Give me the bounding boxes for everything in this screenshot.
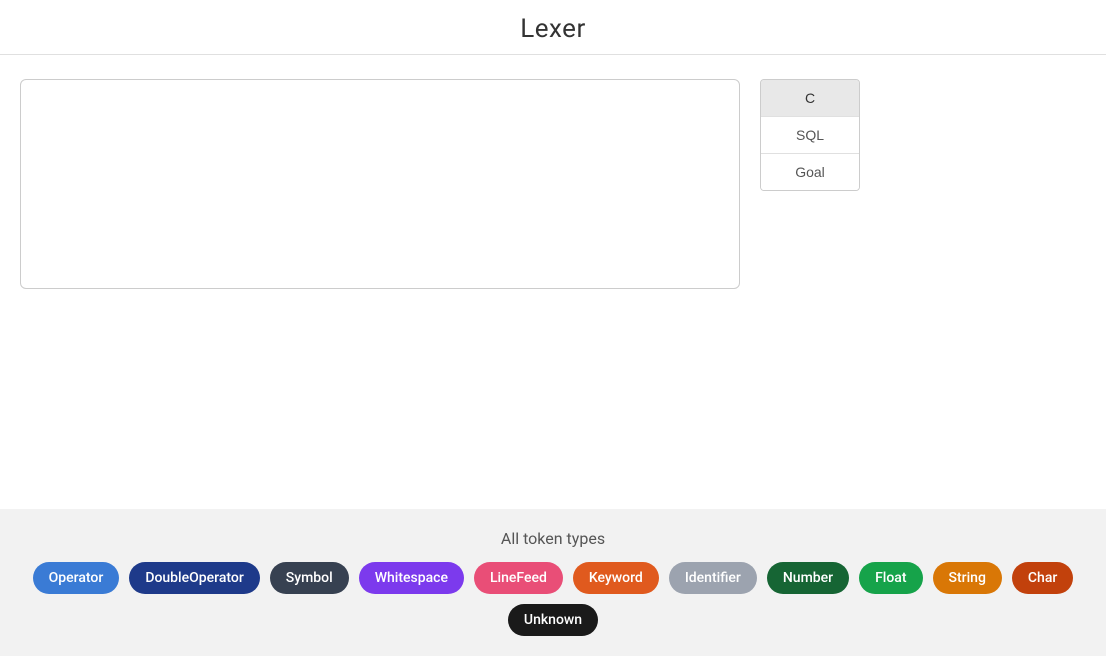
- code-input[interactable]: [20, 79, 740, 289]
- token-legend-title: All token types: [501, 529, 605, 548]
- token-chip-doubleoperator: DoubleOperator: [129, 562, 259, 594]
- page-title: Lexer: [520, 14, 586, 44]
- token-chips: Operator DoubleOperator Symbol Whitespace Li…: [0, 562, 1106, 636]
- token-chip-keyword: Keyword: [573, 562, 659, 594]
- token-legend-area: All token types Operator DoubleOperator Sy…: [0, 509, 1106, 656]
- header: Lexer: [0, 0, 1106, 55]
- token-chip-string: String: [933, 562, 1002, 594]
- token-chip-number: Number: [767, 562, 849, 594]
- token-chip-char: Char: [1012, 562, 1073, 594]
- main-content: CSQLGoal: [0, 55, 1106, 289]
- lang-option-c[interactable]: C: [761, 80, 859, 117]
- token-chip-linefeed: LineFeed: [474, 562, 563, 594]
- token-chip-unknown: Unknown: [508, 604, 598, 636]
- token-chip-whitespace: Whitespace: [359, 562, 464, 594]
- token-chip-float: Float: [859, 562, 922, 594]
- token-chip-operator: Operator: [33, 562, 120, 594]
- lang-selector: CSQLGoal: [760, 79, 860, 191]
- token-chip-identifier: Identifier: [669, 562, 757, 594]
- token-chip-symbol: Symbol: [270, 562, 349, 594]
- lang-option-goal[interactable]: Goal: [761, 154, 859, 190]
- lang-option-sql[interactable]: SQL: [761, 117, 859, 154]
